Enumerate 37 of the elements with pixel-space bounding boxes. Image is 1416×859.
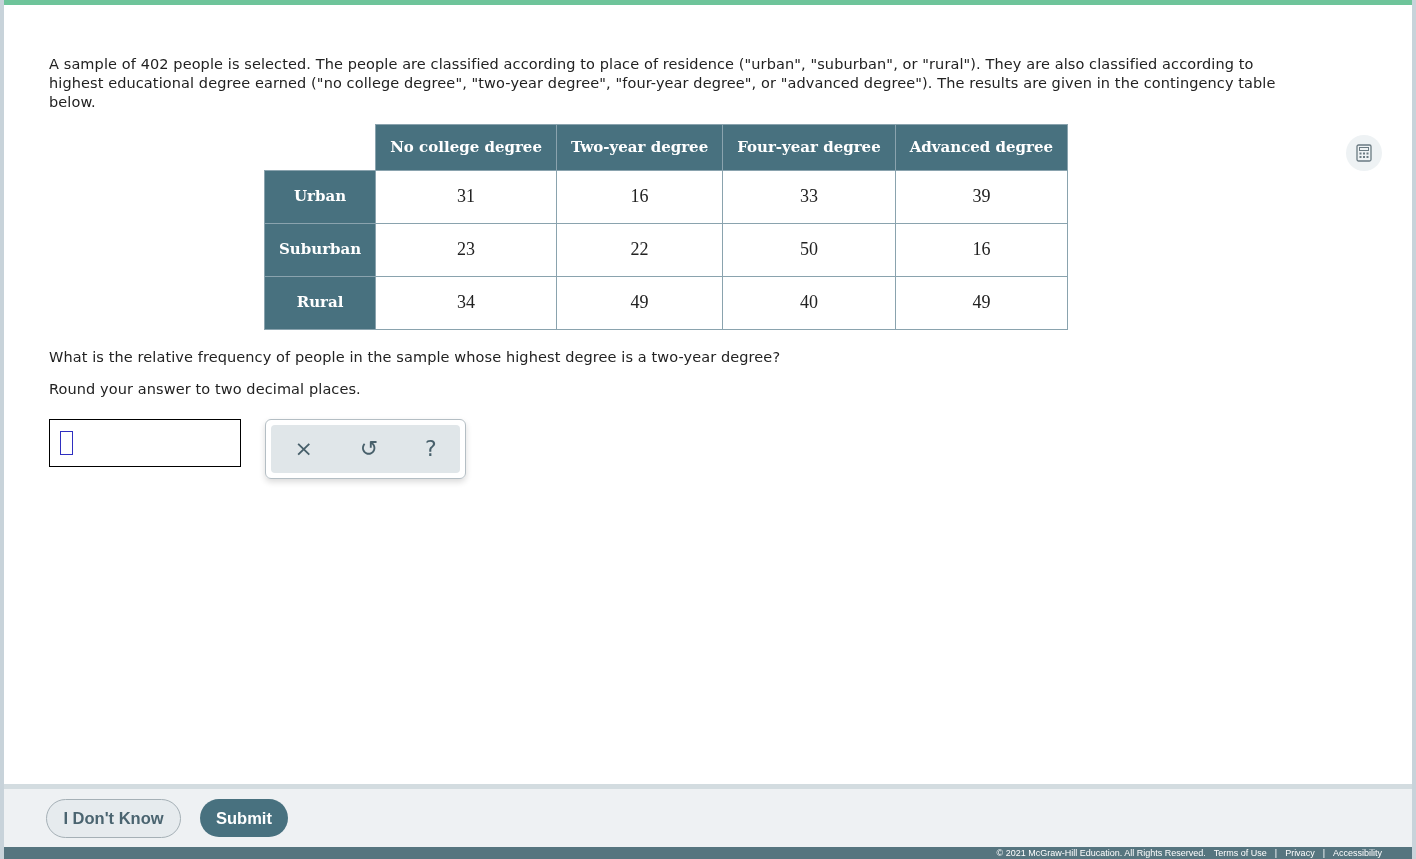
table-cell: 50 [722,223,896,277]
table-cell: 49 [895,276,1068,330]
column-header: Two-year degree [556,124,723,171]
table-cell: 40 [722,276,896,330]
answer-field[interactable] [49,419,241,468]
table-cell: 33 [722,170,896,224]
table-cell: 31 [375,170,557,224]
question-text: What is the relative frequency of people in the sample whose highest degree is a two-year degree? [49,347,782,367]
table-cell: 16 [556,170,723,224]
row-header: Rural [264,276,376,330]
calculator-icon [1356,144,1372,162]
submit-button[interactable]: Submit [200,799,288,837]
clear-button[interactable]: × [286,438,321,461]
dont-know-button[interactable]: I Don't Know [46,798,181,838]
calculator-button[interactable] [1346,135,1382,171]
table-cell: 22 [556,223,723,277]
help-button[interactable]: ? [416,438,445,461]
column-header: No college degree [375,124,557,171]
column-header: Four-year degree [722,124,896,171]
text-cursor [60,431,73,456]
table-cell: 39 [895,170,1068,224]
question-text: A sample of 402 people is selected. The people are classified according to place of residence ("urban", "suburban", or "rural"). They are also classified according to highest educational degree earned ("no college degree", "two-year degree", "four-year degree", or "advanced degree"). The results are given in the contingency table below. [49,55,1277,112]
link-separator: | [1274,848,1278,858]
footer-link[interactable]: Accessibility [1333,848,1382,858]
row-header: Suburban [264,223,376,277]
row-header: Urban [264,170,376,224]
table-cell: 49 [556,276,723,330]
copyright-text: © 2021 McGraw-Hill Education. All Rights Reserved. [996,848,1206,858]
table-cell: 23 [375,223,557,277]
undo-button[interactable]: ↺ [351,438,387,461]
table-cell: 16 [895,223,1068,277]
table-cell: 34 [375,276,557,330]
link-separator: | [1322,848,1325,858]
footer-link[interactable]: Privacy [1285,848,1315,858]
footer-link[interactable]: Terms of Use [1213,848,1267,858]
column-header: Advanced degree [895,124,1068,171]
instruction-text: Round your answer to two decimal places. [49,380,362,400]
